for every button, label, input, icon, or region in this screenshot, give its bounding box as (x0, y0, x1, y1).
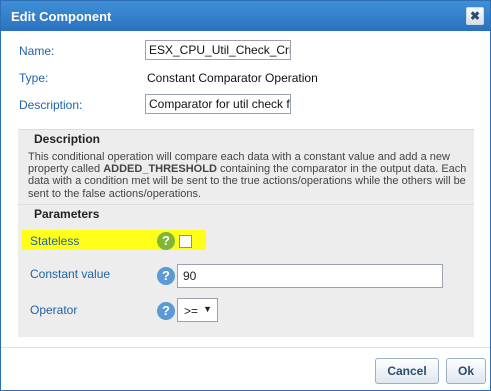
stateless-label: Stateless (30, 234, 80, 248)
ok-button[interactable]: Ok (446, 358, 486, 384)
parameters-section-title: Parameters (34, 207, 100, 221)
operator-label: Operator (30, 303, 78, 317)
help-icon[interactable]: ? (157, 232, 175, 250)
name-input[interactable]: ESX_CPU_Util_Check_Critica (145, 40, 291, 60)
operator-value: >= (184, 304, 199, 318)
dialog-titlebar[interactable]: Edit Component ✖ (1, 1, 490, 31)
constant-value-label: Constant value (30, 267, 111, 281)
footer-divider (1, 347, 490, 348)
edit-component-dialog: Edit Component ✖ Name: ESX_CPU_Util_Chec… (0, 0, 491, 391)
help-icon[interactable]: ? (157, 267, 175, 285)
operator-select[interactable]: >= ▼ (177, 298, 218, 322)
help-icon[interactable]: ? (157, 302, 175, 320)
close-icon: ✖ (469, 9, 481, 23)
description-text-bold: ADDED_THRESHOLD (103, 163, 217, 176)
chevron-down-icon: ▼ (203, 304, 212, 314)
constant-value-input[interactable]: 90 (177, 264, 443, 288)
stateless-checkbox[interactable] (179, 235, 192, 248)
type-label: Type: (19, 71, 49, 85)
description-section-title: Description (34, 132, 101, 146)
description-label: Description: (19, 98, 83, 112)
cancel-button[interactable]: Cancel (375, 358, 439, 384)
close-button[interactable]: ✖ (466, 7, 484, 25)
description-input[interactable]: Comparator for util check for (145, 94, 291, 114)
dialog-title: Edit Component (11, 9, 112, 24)
description-text: This conditional operation will compare … (28, 151, 468, 200)
type-value: Constant Comparator Operation (147, 71, 318, 85)
name-label: Name: (19, 44, 55, 58)
